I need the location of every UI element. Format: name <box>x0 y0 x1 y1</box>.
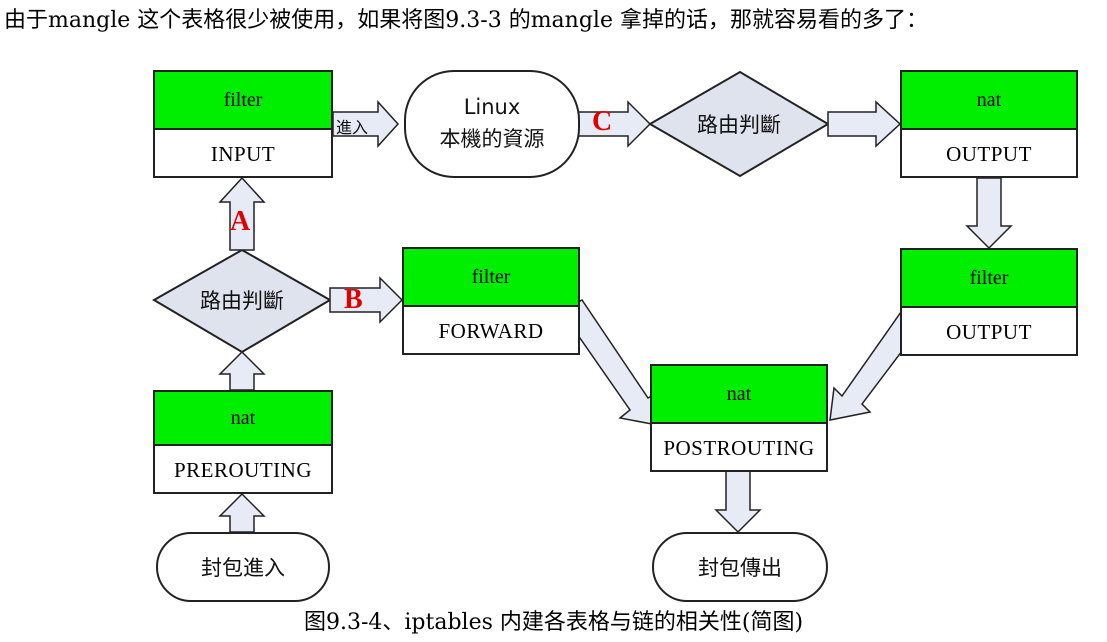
arrow-postrouting-to-packetout <box>714 469 762 534</box>
linux-line1: Linux <box>463 95 521 119</box>
chain-label: INPUT <box>210 141 276 166</box>
arrow-packetin-to-prerouting <box>218 492 266 533</box>
table-label: filter <box>155 72 331 130</box>
packet-out-label: 封包傳出 <box>698 556 782 580</box>
table-label: filter <box>404 249 578 307</box>
chain-label: PREROUTING <box>173 457 312 482</box>
arrow-linux-to-route <box>577 100 652 148</box>
chain-label: OUTPUT <box>946 141 1032 166</box>
chain-label: FORWARD <box>438 318 544 343</box>
nat-prerouting-box: nat PREROUTING <box>153 390 333 494</box>
table-label: filter <box>902 250 1076 308</box>
linux-local-resource: Linux 本機的資源 <box>404 70 580 178</box>
figure-caption: 图9.3-4、iptables 内建各表格与链的相关性(简图) <box>303 610 804 635</box>
arrow-output-nat-to-filter <box>965 177 1013 250</box>
table-label: nat <box>652 366 826 424</box>
nat-postrouting-box: nat POSTROUTING <box>650 364 828 472</box>
linux-line2: 本機的資源 <box>439 127 545 151</box>
chain-label: POSTROUTING <box>663 435 815 460</box>
filter-forward-box: filter FORWARD <box>402 247 580 355</box>
edge-label-c: C <box>592 106 613 137</box>
table-label: nat <box>902 72 1076 130</box>
packet-in-label: 封包進入 <box>201 556 285 580</box>
filter-input-box: filter INPUT <box>153 70 333 178</box>
chain-label: OUTPUT <box>946 319 1032 344</box>
packet-in-node: 封包進入 <box>156 532 330 602</box>
edge-label-b: B <box>344 284 363 315</box>
edge-label-a: A <box>230 206 251 237</box>
table-label: nat <box>155 392 331 446</box>
arrow-route-to-output-nat <box>827 100 902 148</box>
route-left-label: 路由判斷 <box>200 289 284 313</box>
nat-output-box: nat OUTPUT <box>900 70 1078 178</box>
route-top-label: 路由判斷 <box>697 113 781 137</box>
edge-label-enter: 進入 <box>336 118 369 137</box>
filter-output-box: filter OUTPUT <box>900 248 1078 356</box>
arrow-route-to-forward <box>329 276 404 324</box>
arrow-prerouting-to-route <box>218 350 266 391</box>
packet-out-node: 封包傳出 <box>652 532 828 602</box>
